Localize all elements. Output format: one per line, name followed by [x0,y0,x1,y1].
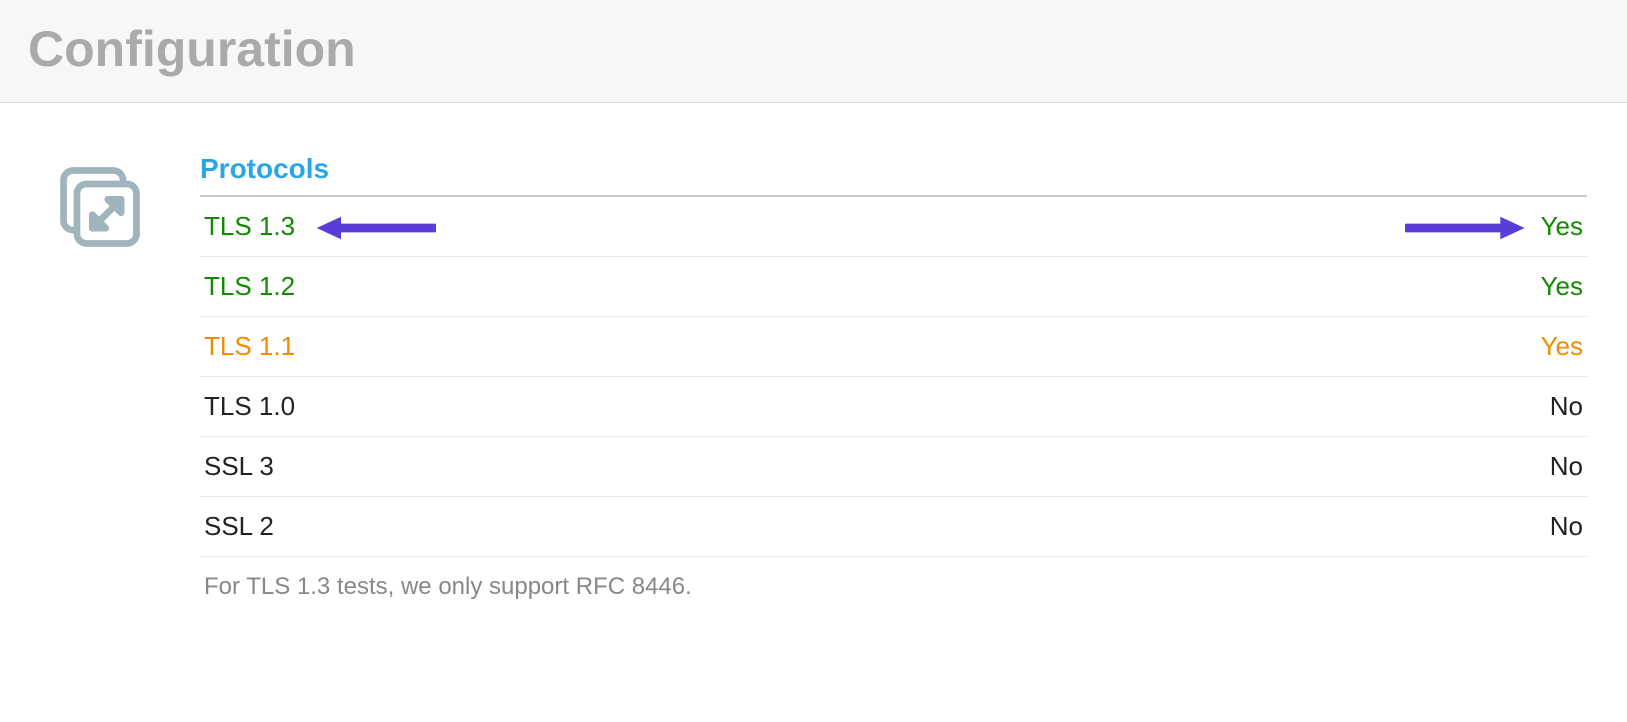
protocol-name: TLS 1.2 [204,271,295,301]
protocol-name: SSL 3 [204,451,274,481]
protocol-name-cell: TLS 1.0 [200,377,982,437]
protocol-value-cell: Yes [982,317,1587,377]
protocol-name-cell: TLS 1.3 [200,196,982,257]
protocol-name: TLS 1.0 [204,391,295,421]
protocols-footnote: For TLS 1.3 tests, we only support RFC 8… [200,557,1587,601]
page-title: Configuration [28,20,1599,78]
protocols-table: TLS 1.3YesTLS 1.2YesTLS 1.1YesTLS 1.0NoS… [200,195,1587,557]
protocol-name-cell: SSL 2 [200,497,982,557]
protocol-value-cell: Yes [982,257,1587,317]
protocol-name: TLS 1.3 [204,211,295,241]
protocol-value: Yes [1541,211,1583,241]
protocol-value-cell: Yes [982,196,1587,257]
protocols-section: Protocols TLS 1.3 Yes TLS 1.2 Yes TLS 1.1 Yes… [160,153,1587,601]
table-row: SSL 3 No [200,437,1587,497]
protocol-name: SSL 2 [204,511,274,541]
protocol-value: Yes [1541,331,1583,361]
table-row: TLS 1.1 Yes [200,317,1587,377]
section-icon-column [40,153,160,255]
header-bar: Configuration [0,0,1627,103]
table-row: TLS 1.3 Yes [200,196,1587,257]
protocol-value-cell: No [982,497,1587,557]
table-row: TLS 1.0 No [200,377,1587,437]
table-row: TLS 1.2 Yes [200,257,1587,317]
protocol-value: No [1550,511,1583,541]
section-title: Protocols [200,153,1587,185]
protocol-name: TLS 1.1 [204,331,295,361]
protocol-name-cell: SSL 3 [200,437,982,497]
content: Protocols TLS 1.3 Yes TLS 1.2 Yes TLS 1.1 Yes… [0,103,1627,601]
protocol-exchange-icon [52,159,148,255]
protocol-value: Yes [1541,271,1583,301]
protocol-value: No [1550,391,1583,421]
table-row: SSL 2 No [200,497,1587,557]
protocol-value-cell: No [982,377,1587,437]
highlight-arrow-right-icon [1405,211,1526,242]
protocol-value-cell: No [982,437,1587,497]
highlight-arrow-left-icon [315,211,436,242]
protocol-name-cell: TLS 1.2 [200,257,982,317]
protocol-name-cell: TLS 1.1 [200,317,982,377]
protocol-value: No [1550,451,1583,481]
